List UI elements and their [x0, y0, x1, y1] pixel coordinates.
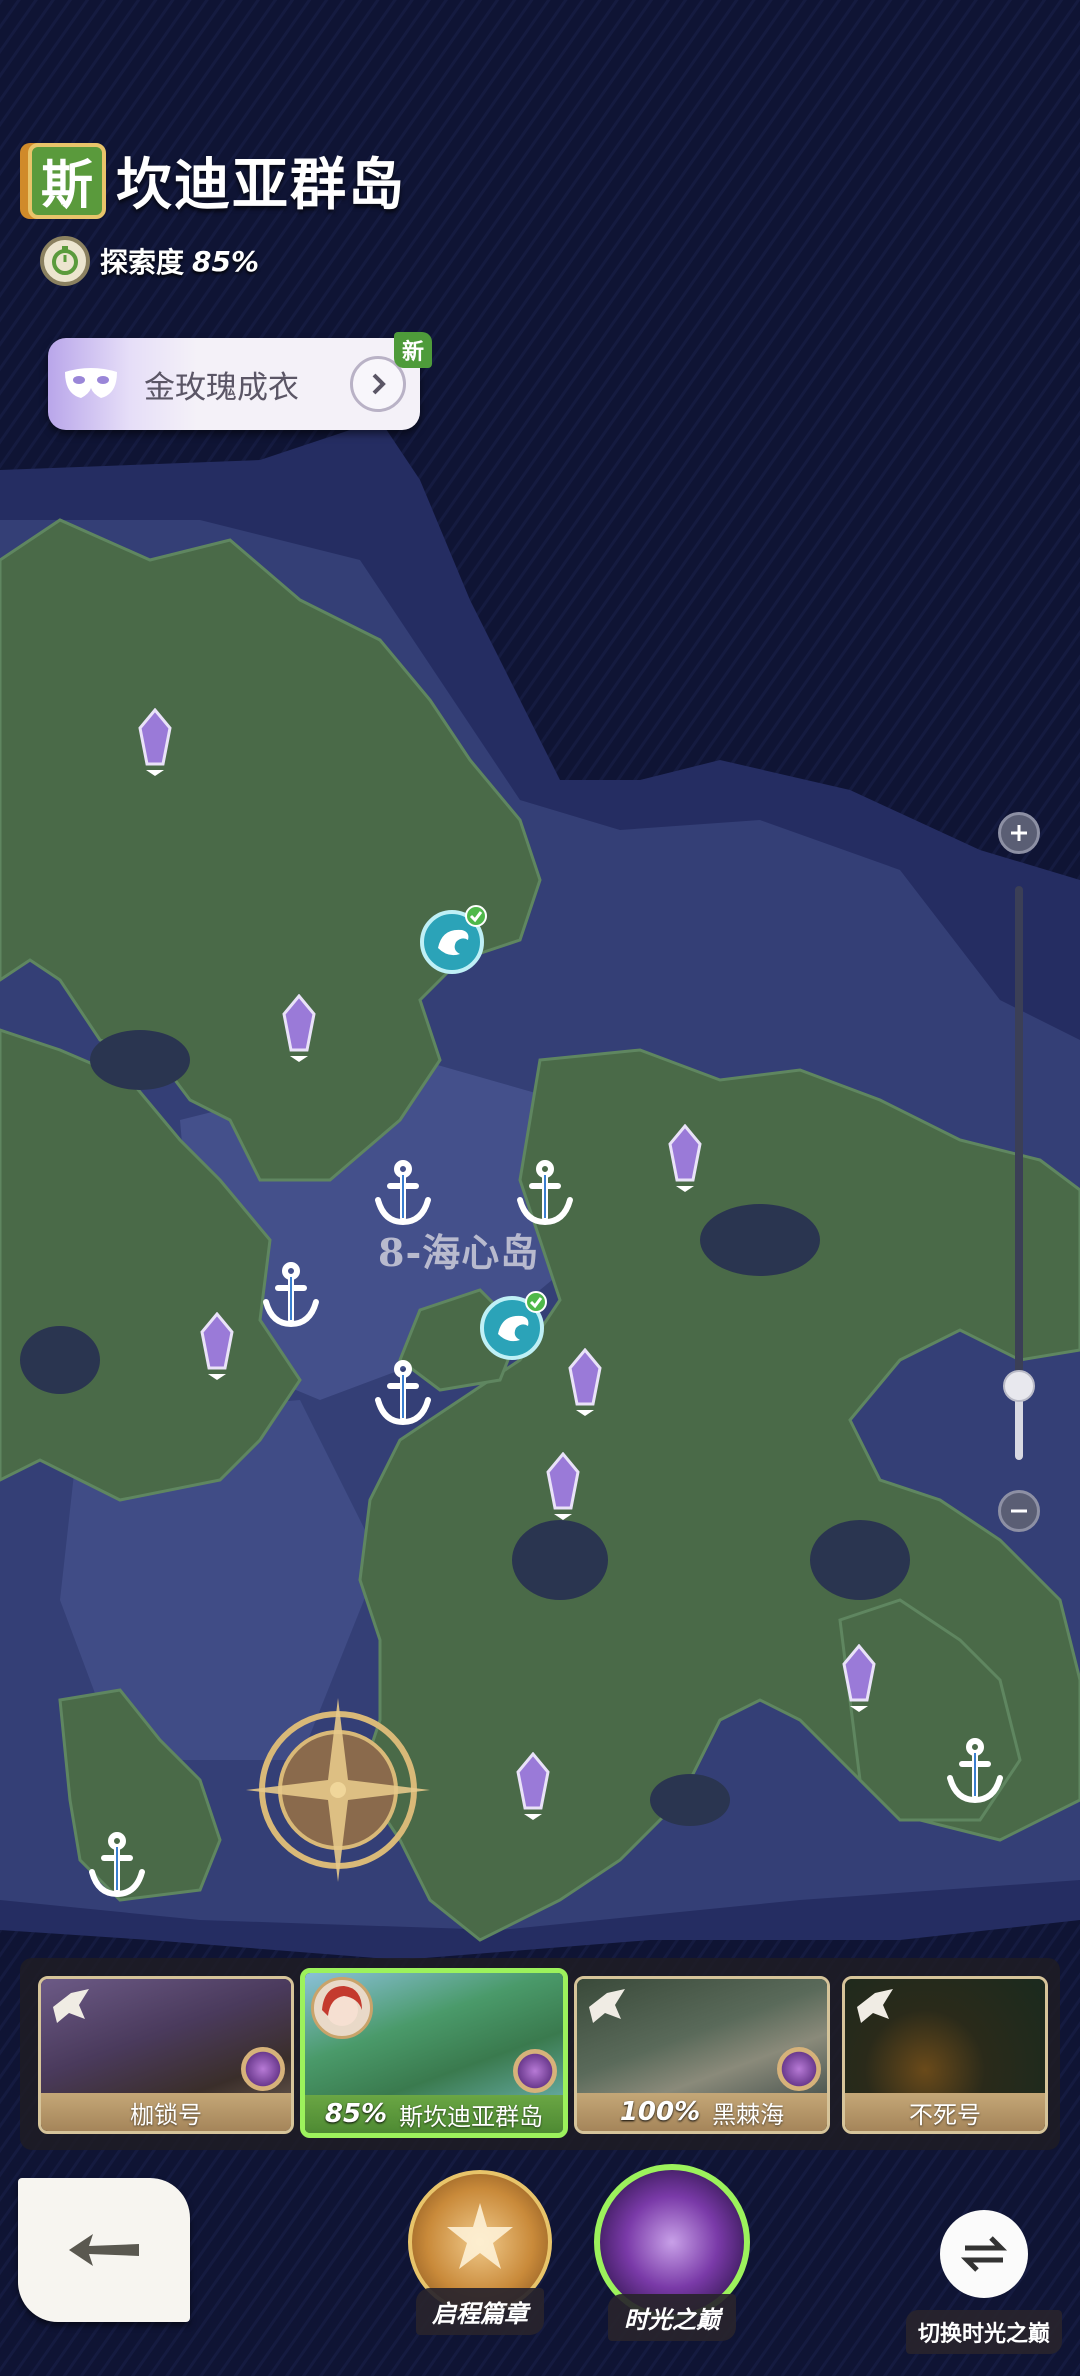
swirl-icon	[241, 2047, 285, 2091]
anchor-icon[interactable]	[86, 1832, 148, 1904]
anchor-icon[interactable]	[372, 1360, 434, 1432]
chapter-name: 不死号	[909, 2100, 981, 2129]
crystal-marker[interactable]	[138, 707, 172, 782]
crystal-marker[interactable]	[568, 1347, 602, 1422]
stopwatch-icon	[40, 236, 90, 286]
crystal-marker[interactable]	[668, 1123, 702, 1198]
explore-label: 探索度	[100, 246, 185, 279]
dolphin-icon[interactable]	[418, 904, 490, 980]
region-badge: 斯	[28, 142, 106, 219]
chapter-name: 斯坎迪亚群岛	[399, 2102, 544, 2131]
crystal-marker[interactable]	[546, 1451, 580, 1526]
exploration-progress: 探索度 85%	[40, 236, 259, 286]
chapter-card[interactable]: 枷锁号	[38, 1976, 294, 2134]
explore-value: 85%	[192, 244, 260, 278]
anchor-icon[interactable]	[260, 1262, 322, 1334]
bird-icon	[857, 1989, 893, 2023]
region-name: 坎迪亚群岛	[116, 152, 406, 218]
zoom-slider-handle[interactable]	[1003, 1370, 1035, 1402]
map-area-label: 8-海心岛	[378, 1230, 540, 1275]
region-title: 斯 坎迪亚群岛	[28, 140, 406, 221]
back-button[interactable]	[18, 2178, 190, 2322]
chapter-card[interactable]: 100% 黑棘海	[574, 1976, 830, 2134]
swirl-icon	[777, 2047, 821, 2091]
back-arrow-icon	[69, 2234, 139, 2266]
bird-icon	[53, 1989, 89, 2023]
anchor-icon[interactable]	[944, 1738, 1006, 1810]
chapter-percent: 85%	[324, 2099, 388, 2129]
mask-icon	[48, 338, 134, 430]
chapter-name: 枷锁号	[130, 2100, 202, 2129]
dolphin-icon[interactable]	[478, 1290, 550, 1366]
chapter-name: 黑棘海	[712, 2100, 785, 2129]
new-badge: 新	[393, 332, 432, 368]
avatar	[311, 1977, 373, 2039]
zoom-in-button[interactable]	[998, 812, 1040, 854]
switch-time-label: 切换时光之巅	[906, 2310, 1063, 2354]
time-peak-label: 时光之巅	[608, 2294, 736, 2341]
crystal-marker[interactable]	[282, 993, 316, 1068]
crystal-marker[interactable]	[200, 1311, 234, 1386]
time-peak-nav-button[interactable]: 时光之巅	[594, 2164, 750, 2341]
crystal-marker[interactable]	[516, 1751, 550, 1826]
chapter-percent: 100%	[619, 2097, 701, 2127]
chapter-nav-button[interactable]: 启程篇章	[408, 2170, 552, 2335]
switch-icon	[940, 2210, 1028, 2298]
swirl-icon	[513, 2049, 557, 2093]
quest-card[interactable]: 金玫瑰成衣 新	[48, 332, 432, 430]
bird-icon	[589, 1989, 625, 2023]
chapter-card[interactable]: 不死号	[842, 1976, 1048, 2134]
switch-time-button[interactable]: 切换时光之巅	[906, 2210, 1063, 2354]
crystal-marker[interactable]	[842, 1643, 876, 1718]
chapter-card-active[interactable]: 85% 斯坎迪亚群岛	[300, 1968, 568, 2138]
zoom-out-button[interactable]	[998, 1490, 1040, 1532]
quest-label: 金玫瑰成衣	[144, 369, 299, 406]
chapter-nav-label: 启程篇章	[416, 2288, 544, 2335]
